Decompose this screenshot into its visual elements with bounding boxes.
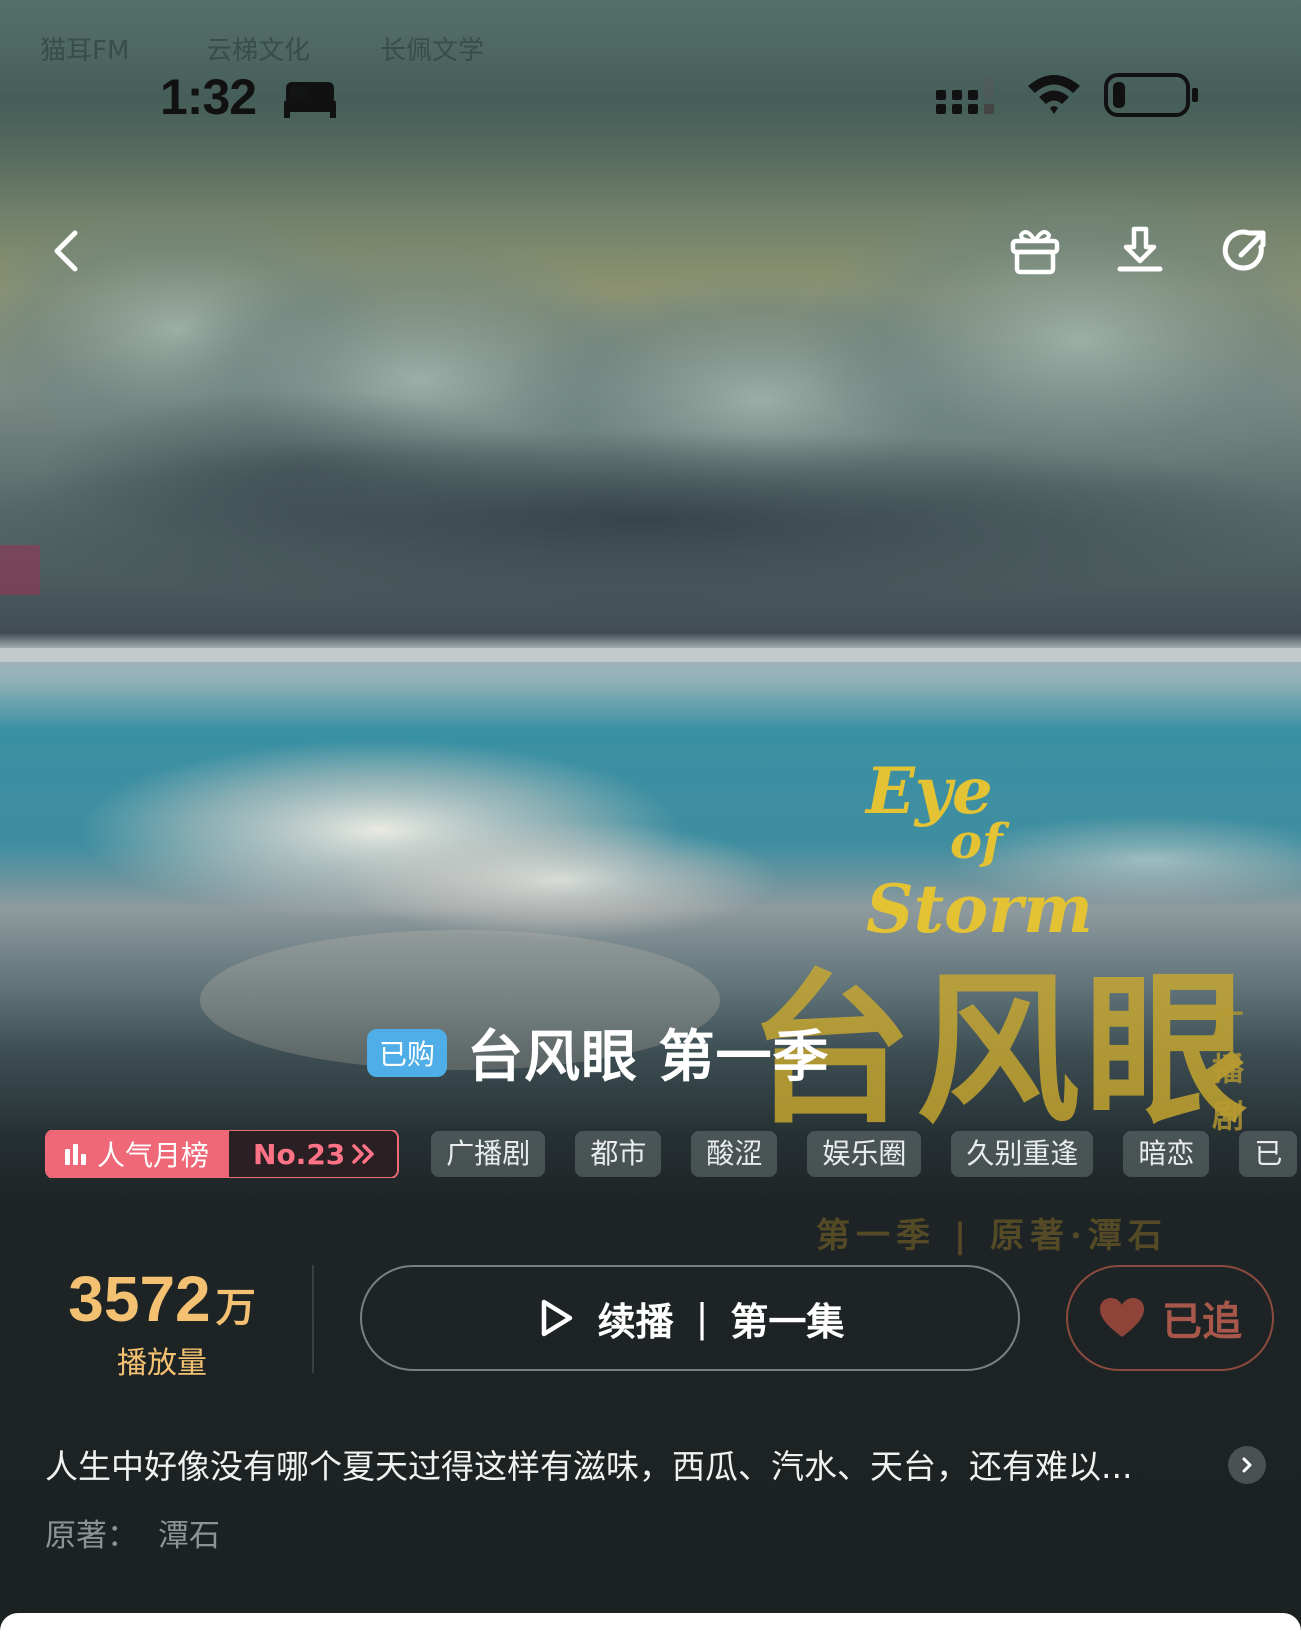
cover-english-title-2: of bbox=[950, 814, 1003, 870]
heart-icon bbox=[1100, 1298, 1144, 1337]
cover-side-text: 广播剧 bbox=[1212, 1004, 1245, 1135]
tag-reunion[interactable]: 久别重逢 bbox=[951, 1131, 1094, 1177]
follow-button[interactable]: 已追 bbox=[1066, 1265, 1274, 1371]
share-icon bbox=[1222, 229, 1266, 271]
download-button[interactable] bbox=[1107, 218, 1173, 284]
play-count-label: 播放量 bbox=[117, 1346, 207, 1381]
sleep-focus-icon bbox=[284, 82, 336, 118]
author-label: 原著： bbox=[45, 1518, 138, 1554]
tag-row: 人气月榜 No.23 广播剧 都市 酸涩 娱乐圈 久别重逢 暗恋 已 bbox=[45, 1130, 1301, 1178]
cellular-signal-icon bbox=[936, 76, 994, 114]
tag-entertainment[interactable]: 娱乐圈 bbox=[807, 1131, 922, 1177]
play-icon bbox=[541, 1299, 572, 1337]
resume-play-button[interactable]: 续播 | 第一集 bbox=[360, 1265, 1020, 1371]
tag-secret-crush[interactable]: 暗恋 bbox=[1123, 1131, 1210, 1177]
back-icon bbox=[54, 230, 78, 272]
tag-urban[interactable]: 都市 bbox=[575, 1131, 662, 1177]
resume-label: 续播 bbox=[597, 1299, 674, 1344]
author-name[interactable]: 潭石 bbox=[158, 1518, 220, 1554]
ranking-badge[interactable]: 人气月榜 No.23 bbox=[45, 1130, 400, 1178]
purchased-badge: 已购 bbox=[367, 1028, 448, 1077]
battery-icon bbox=[1104, 73, 1198, 117]
play-count-number: 3572 bbox=[68, 1263, 211, 1335]
gift-button[interactable] bbox=[1002, 218, 1068, 284]
ranking-number-section: No.23 bbox=[229, 1131, 398, 1177]
watermark-maoer: 猫耳FM bbox=[40, 36, 130, 66]
author-line: 原著： 潭石 bbox=[45, 1510, 220, 1555]
expand-description-button[interactable] bbox=[1228, 1446, 1266, 1484]
ranking-label-section: 人气月榜 bbox=[47, 1131, 230, 1177]
bottom-sheet-edge bbox=[0, 1613, 1301, 1633]
series-title: 台风眼 第一季 bbox=[467, 1025, 830, 1090]
status-time: 1:32 bbox=[160, 69, 257, 125]
chevron-right-icon bbox=[1242, 1457, 1252, 1473]
ranking-label: 人气月榜 bbox=[97, 1139, 210, 1172]
resume-separator: | bbox=[695, 1296, 709, 1340]
title-row: 已购 台风眼 第一季 bbox=[367, 1012, 830, 1093]
tag-more[interactable]: 已 bbox=[1239, 1131, 1298, 1177]
description-text: 人生中好像没有哪个夏天过得这样有滋味，西瓜、汽水、天台，还有难以... bbox=[45, 1447, 1133, 1486]
gift-icon bbox=[1010, 230, 1060, 275]
download-icon bbox=[1117, 226, 1163, 272]
watermark-changpei: 长佩文学 bbox=[380, 36, 485, 66]
ranking-number: No.23 bbox=[253, 1137, 346, 1171]
double-chevron-right-icon bbox=[352, 1144, 375, 1164]
cover-english-title-3: Storm bbox=[866, 870, 1093, 948]
watermark-yunti: 云梯文化 bbox=[206, 36, 311, 66]
tag-radio-drama[interactable]: 广播剧 bbox=[431, 1131, 546, 1177]
play-count-block: 3572 万 播放量 bbox=[52, 1262, 272, 1382]
bar-chart-icon bbox=[65, 1144, 86, 1165]
share-button[interactable] bbox=[1212, 218, 1278, 284]
stats-divider bbox=[312, 1265, 314, 1373]
back-button[interactable] bbox=[34, 218, 100, 284]
cover-subtitle: 第一季 | 原著·潭石 bbox=[816, 1216, 1168, 1256]
play-count-unit: 万 bbox=[215, 1285, 256, 1331]
tag-bittersweet[interactable]: 酸涩 bbox=[691, 1131, 778, 1177]
episode-label: 第一集 bbox=[730, 1299, 845, 1344]
wifi-icon bbox=[1028, 75, 1080, 114]
follow-label: 已追 bbox=[1162, 1299, 1242, 1345]
